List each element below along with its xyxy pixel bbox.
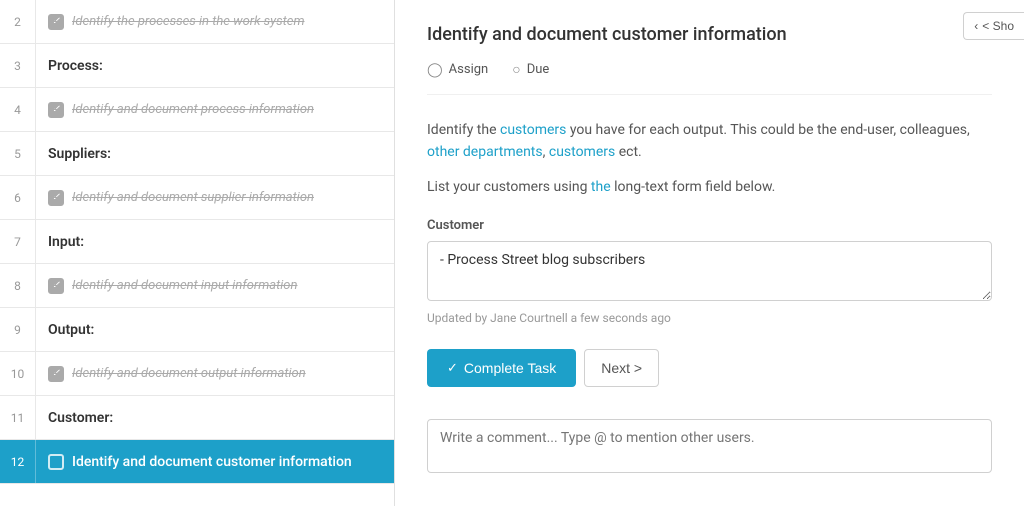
checkbox-4 bbox=[48, 102, 64, 118]
customer-textarea[interactable]: - Process Street blog subscribers bbox=[427, 241, 992, 301]
checkmark-icon: ✓ bbox=[447, 360, 458, 376]
sidebar-item-2[interactable]: 2 Identify the processes in the work sys… bbox=[0, 0, 394, 44]
sidebar-section-input: 7 Input: bbox=[0, 220, 394, 264]
next-button[interactable]: Next > bbox=[584, 349, 659, 387]
page-title: Identify and document customer informati… bbox=[427, 24, 992, 45]
sidebar-item-4[interactable]: 4 Identify and document process informat… bbox=[0, 88, 394, 132]
show-sidebar-button[interactable]: ‹ < Sho bbox=[963, 12, 1024, 40]
updated-by-text: Updated by Jane Courtnell a few seconds … bbox=[427, 311, 992, 325]
due-button[interactable]: ○ Due bbox=[512, 61, 549, 78]
row-num-7: 7 bbox=[0, 220, 36, 263]
row-num-5: 5 bbox=[0, 132, 36, 175]
checkbox-8 bbox=[48, 278, 64, 294]
sidebar-section-suppliers: 5 Suppliers: bbox=[0, 132, 394, 176]
row-num-11: 11 bbox=[0, 396, 36, 439]
row-num-12: 12 bbox=[0, 440, 36, 483]
sidebar-item-12-active[interactable]: 12 Identify and document customer inform… bbox=[0, 440, 394, 484]
chevron-left-icon: ‹ bbox=[974, 19, 978, 33]
checkbox-2 bbox=[48, 14, 64, 30]
assign-button[interactable]: ◯ Assign bbox=[427, 62, 488, 78]
comment-section bbox=[427, 419, 992, 477]
main-panel: ‹ < Sho Identify and document customer i… bbox=[395, 0, 1024, 506]
sidebar-item-10[interactable]: 10 Identify and document output informat… bbox=[0, 352, 394, 396]
checkbox-6 bbox=[48, 190, 64, 206]
row-num-2: 2 bbox=[0, 0, 36, 43]
row-num-3: 3 bbox=[0, 44, 36, 87]
description-line2: List your customers using the long-text … bbox=[427, 176, 992, 198]
comment-input[interactable] bbox=[427, 419, 992, 473]
sidebar-item-6[interactable]: 6 Identify and document supplier informa… bbox=[0, 176, 394, 220]
customer-form-label: Customer bbox=[427, 218, 992, 233]
sidebar-section-customer: 11 Customer: bbox=[0, 396, 394, 440]
sidebar: 2 Identify the processes in the work sys… bbox=[0, 0, 395, 506]
customer-form-section: Customer - Process Street blog subscribe… bbox=[427, 218, 992, 325]
clock-icon: ○ bbox=[512, 61, 520, 78]
row-num-4: 4 bbox=[0, 88, 36, 131]
sidebar-section-process: 3 Process: bbox=[0, 44, 394, 88]
meta-row: ◯ Assign ○ Due bbox=[427, 61, 992, 95]
row-num-10: 10 bbox=[0, 352, 36, 395]
row-num-8: 8 bbox=[0, 264, 36, 307]
row-num-6: 6 bbox=[0, 176, 36, 219]
action-row: ✓ Complete Task Next > bbox=[427, 349, 992, 387]
description-line1: Identify the customers you have for each… bbox=[427, 119, 992, 164]
sidebar-item-8[interactable]: 8 Identify and document input informatio… bbox=[0, 264, 394, 308]
row-num-9: 9 bbox=[0, 308, 36, 351]
person-icon: ◯ bbox=[427, 62, 443, 78]
checkbox-12 bbox=[48, 454, 64, 470]
complete-task-button[interactable]: ✓ Complete Task bbox=[427, 349, 576, 387]
checkbox-10 bbox=[48, 366, 64, 382]
sidebar-section-output: 9 Output: bbox=[0, 308, 394, 352]
